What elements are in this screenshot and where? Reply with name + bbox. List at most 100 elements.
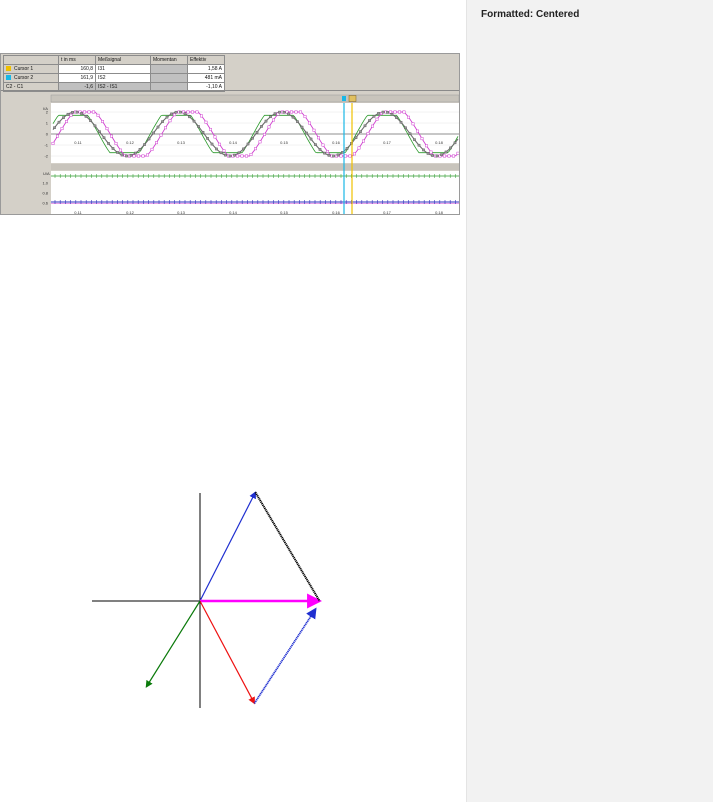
grey-sample-marker	[228, 154, 232, 158]
magenta-sample-marker	[272, 118, 275, 122]
magenta-sample-marker	[443, 154, 446, 158]
grey-sample-marker	[138, 148, 142, 151]
magenta-sample-marker	[312, 128, 316, 132]
magenta-sample-marker	[267, 125, 271, 129]
lower-x-tick-label: 0.13	[177, 210, 186, 215]
lower-y-tick-label: 1.0	[42, 181, 48, 186]
comment-label: Formatted: Centered	[481, 9, 580, 20]
grey-sample-marker	[413, 138, 416, 141]
magenta-sample-marker	[137, 154, 140, 158]
grey-sample-marker	[368, 119, 371, 122]
magenta-sample-marker	[209, 127, 212, 131]
grey-sample-marker	[426, 152, 430, 155]
magenta-sample-marker	[218, 142, 221, 146]
grey-sample-marker	[174, 110, 178, 114]
upper-plot: I/A 210-1-2 0.11 0.12 0.13 0.14 0.15 0.16 0.17…	[43, 103, 459, 163]
grey-sample-marker	[53, 126, 56, 129]
grey-sample-marker	[71, 111, 74, 114]
upper-y-tick-label: -1	[44, 143, 48, 148]
lower-x-tick-label: 0.11	[74, 210, 82, 215]
grey-sample-marker	[152, 131, 155, 135]
magenta-sample-marker	[69, 113, 73, 117]
magenta-sample-marker	[371, 124, 374, 128]
magenta-sample-marker	[168, 119, 172, 123]
magenta-sample-marker	[425, 144, 428, 148]
panel-divider-bar	[51, 164, 459, 170]
grey-sample-marker	[386, 111, 389, 114]
lower-x-tick-label: 0.16	[332, 210, 341, 215]
magenta-sample-marker	[299, 110, 302, 114]
grey-sample-marker	[278, 110, 281, 114]
magenta-sample-marker	[186, 110, 190, 114]
grey-sample-marker	[224, 153, 227, 157]
grey-sample-marker	[246, 142, 250, 146]
magenta-sample-marker	[317, 136, 320, 140]
magenta-sample-marker	[290, 110, 293, 114]
grey-sample-marker	[408, 132, 412, 136]
grey-sample-marker	[327, 154, 331, 157]
upper-y-tick-label: 0	[46, 132, 49, 137]
grey-sample-marker	[363, 124, 367, 128]
grey-sample-marker	[84, 115, 88, 118]
grey-sample-marker	[75, 110, 79, 114]
magenta-sample-marker	[191, 110, 194, 114]
magenta-sample-marker	[146, 153, 149, 157]
magenta-sample-marker	[150, 147, 154, 151]
grey-sample-marker	[242, 147, 245, 151]
grey-sample-marker	[210, 142, 214, 146]
grey-sample-marker	[102, 136, 106, 140]
oscilloscope-screenshot: t in ms Meßsignal Momentan Effektiv Curs…	[0, 53, 460, 215]
green-phasor-vector	[145, 600, 201, 688]
magenta-sample-marker	[245, 154, 248, 158]
magenta-sample-marker	[254, 147, 257, 151]
grey-sample-marker	[170, 112, 173, 116]
grey-sample-marker	[341, 151, 344, 154]
upper-x-tick-label: 0.17	[383, 140, 392, 145]
magenta-sample-marker	[204, 120, 208, 124]
magenta-sample-marker	[110, 134, 113, 138]
magenta-sample-marker	[173, 113, 176, 117]
magenta-sample-marker	[294, 110, 298, 114]
grey-sample-marker	[296, 120, 299, 124]
grey-sample-marker	[206, 137, 209, 140]
grey-sample-marker	[93, 124, 97, 128]
upper-x-tick-label: 0.16	[332, 140, 341, 145]
magenta-sample-marker	[456, 151, 459, 155]
grey-sample-marker	[431, 154, 434, 157]
grey-sample-marker	[255, 130, 259, 134]
grey-sample-marker	[449, 146, 452, 150]
grey-sample-marker	[332, 154, 335, 158]
grey-sample-marker	[372, 115, 376, 118]
grey-sample-marker	[318, 148, 322, 151]
grey-sample-marker	[57, 120, 61, 124]
document-page: t in ms Meßsignal Momentan Effektiv Curs…	[0, 0, 466, 802]
magenta-sample-marker	[213, 135, 217, 139]
grey-sample-marker	[89, 119, 92, 122]
time-scrollbar[interactable]	[50, 94, 459, 103]
grey-sample-marker	[435, 154, 439, 158]
grey-sample-marker	[62, 116, 65, 119]
magenta-sample-marker	[114, 142, 118, 145]
cursor1-marker[interactable]	[348, 95, 357, 102]
grey-sample-marker	[147, 137, 151, 141]
magenta-sample-marker	[263, 132, 266, 136]
cursor2-marker[interactable]	[342, 96, 346, 101]
grey-sample-marker	[336, 153, 340, 157]
grey-sample-marker	[219, 151, 223, 155]
grey-sample-marker	[264, 119, 268, 123]
magenta-sample-marker	[321, 143, 325, 147]
magenta-sample-marker	[375, 117, 379, 121]
grey-sample-marker	[116, 151, 119, 154]
grey-sample-marker	[197, 125, 200, 128]
grey-sample-marker	[395, 116, 398, 119]
lower-x-tick-label: 0.15	[280, 210, 289, 215]
magenta-sample-marker	[411, 122, 415, 126]
grey-sample-marker	[417, 143, 421, 147]
grey-sample-marker	[422, 148, 425, 152]
grey-sample-marker	[215, 147, 218, 151]
lower-y-tick-label: 0.6	[42, 201, 48, 206]
lower-y-tick-label: 0.8	[42, 191, 48, 196]
grey-sample-marker	[107, 142, 110, 145]
lower-x-tick-label: 0.12	[126, 210, 135, 215]
grey-sample-marker	[156, 125, 160, 129]
